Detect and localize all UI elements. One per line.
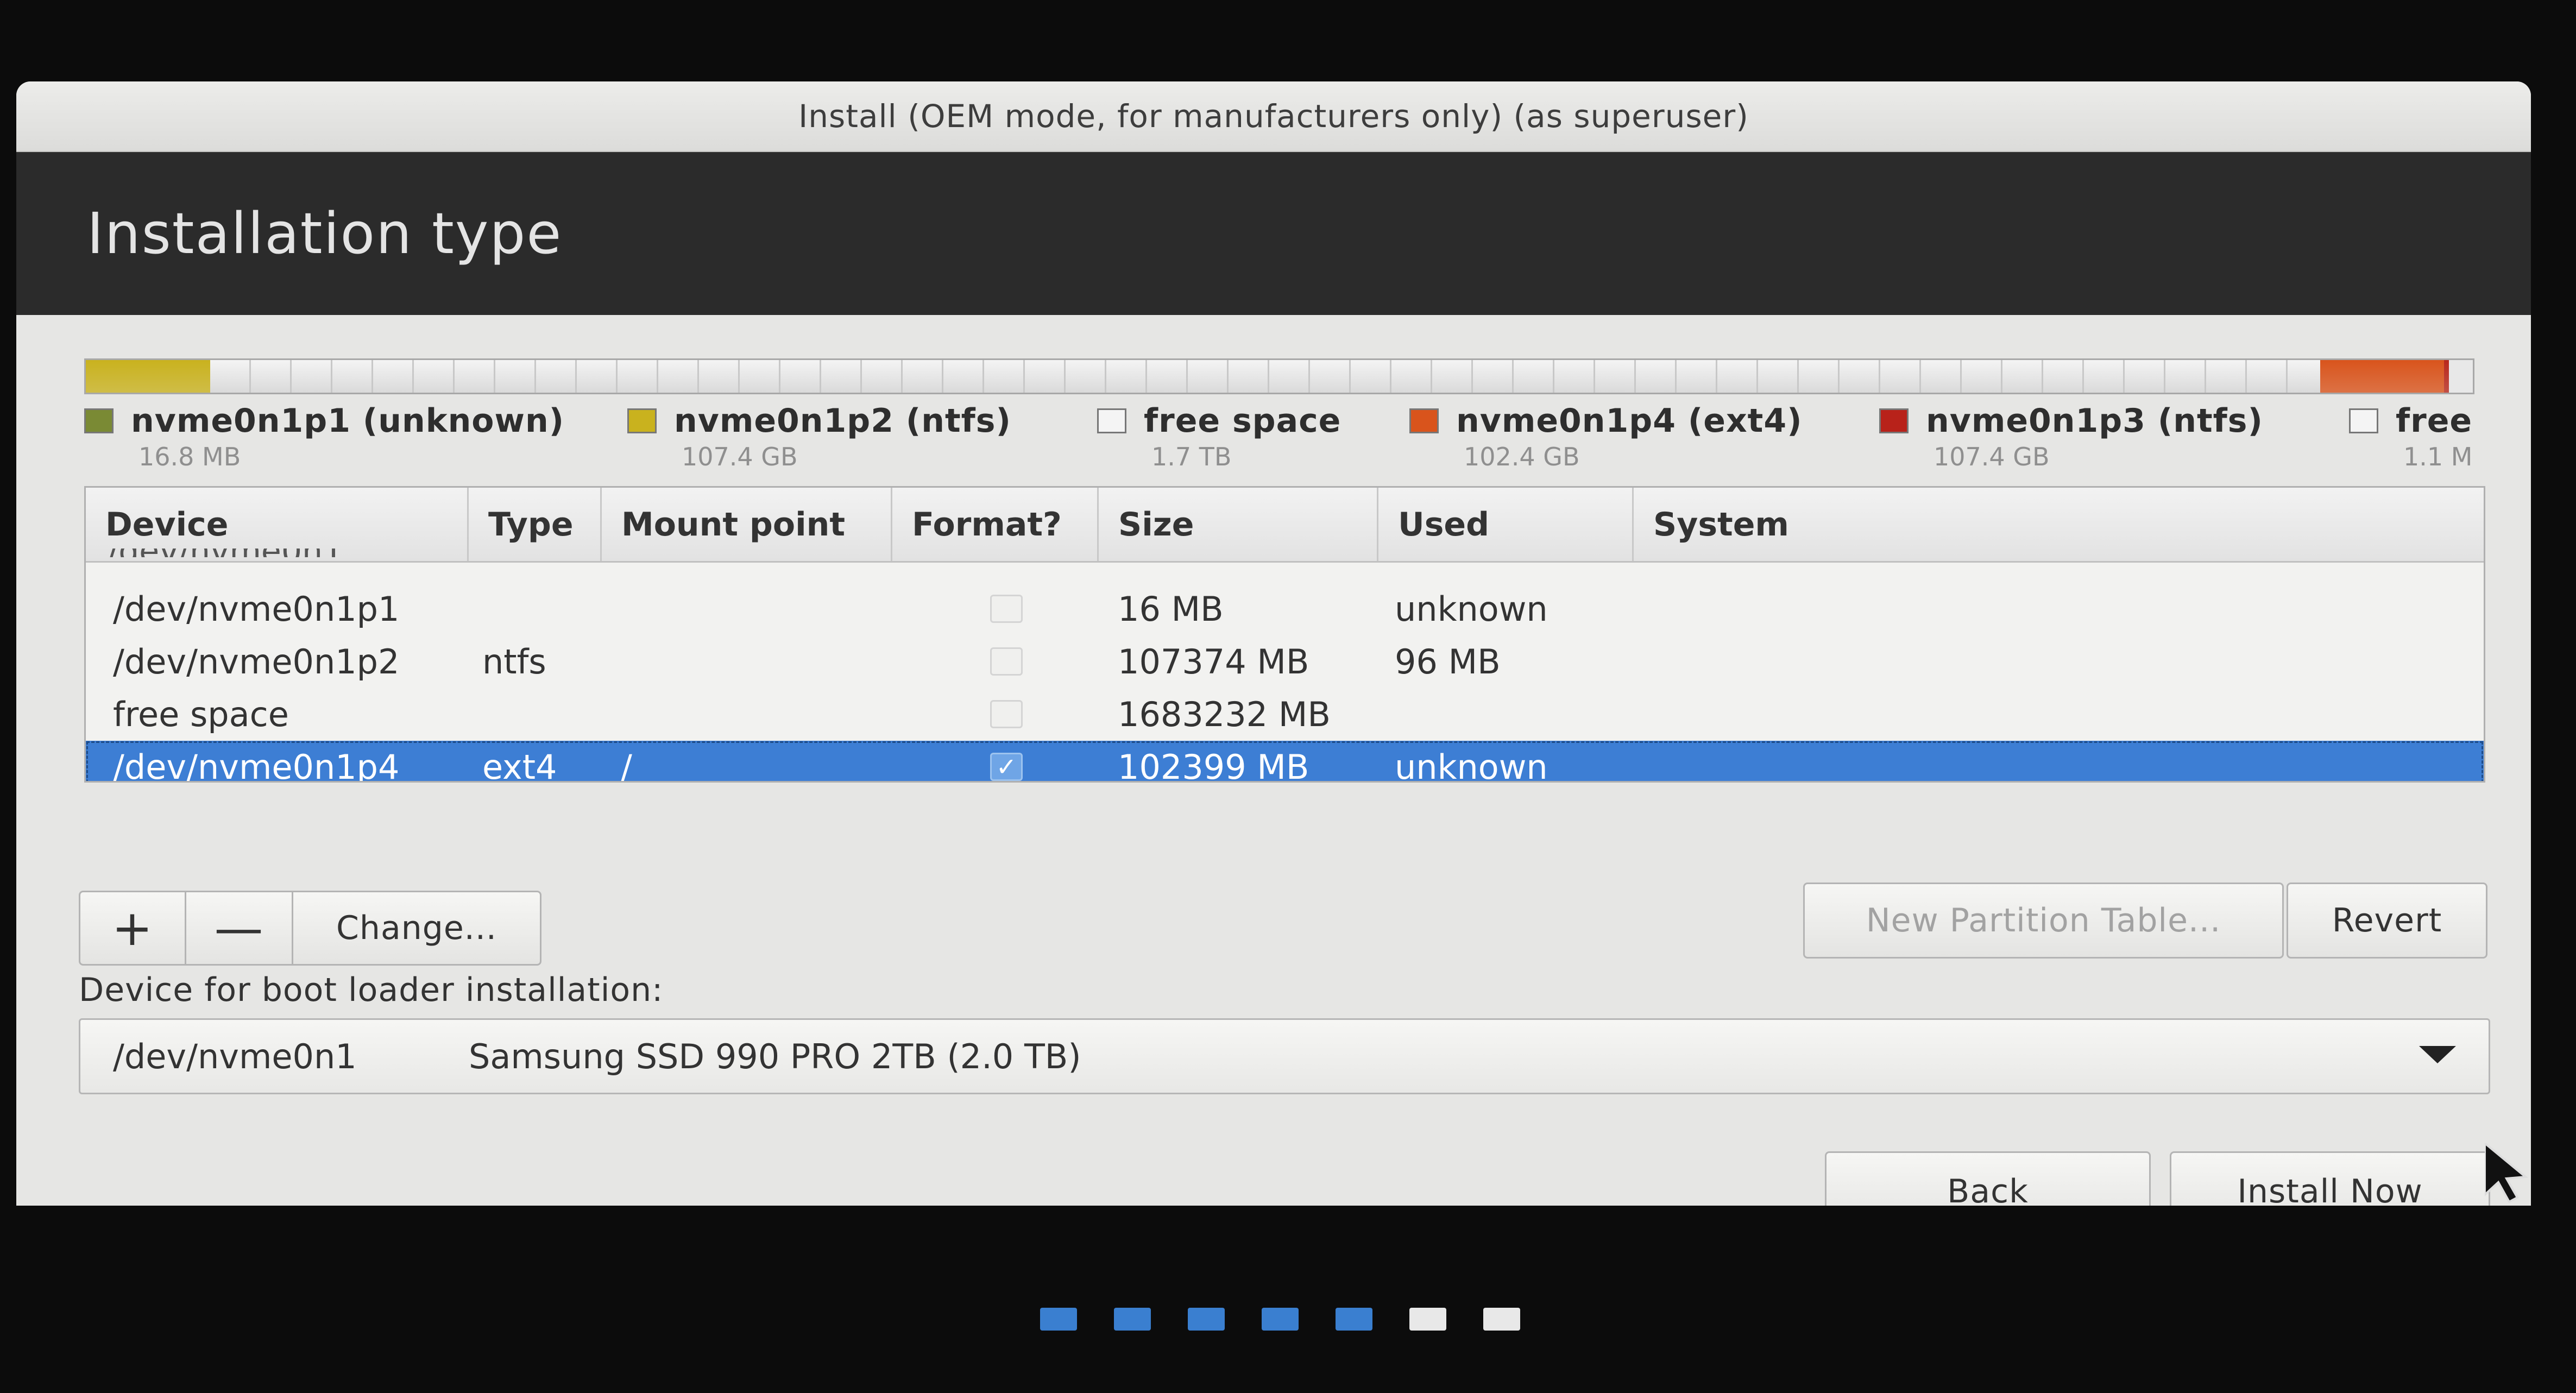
title-bar: Install (OEM mode, for manufacturers onl… [16,81,2531,152]
legend-swatch [1879,408,1909,433]
legend-name: nvme0n1p4 (ext4) [1456,402,1803,440]
scrolled-row-remnant: /dev/nvme0n1 [108,549,412,557]
progress-dot-pending [1483,1308,1520,1331]
column-used[interactable]: Used [1378,488,1634,561]
cell-format [990,635,1023,688]
legend-swatch [1409,408,1439,433]
cell-device: free space [113,694,289,734]
change-partition-button[interactable]: Change... [292,891,541,966]
table-header: Device Type Mount point Format? Size Use… [86,488,2484,563]
bootloader-device: /dev/nvme0n1 [113,1036,357,1076]
partition-bar-segment [2444,360,2449,393]
legend-item: nvme0n1p4 (ext4) 102.4 GB [1409,402,1803,471]
cell-type: ext4 [482,747,557,783]
partition-usage-bar [84,358,2474,394]
cell-size: 1683232 MB [1118,694,1331,734]
legend-size: 1.7 TB [1151,442,1232,471]
chevron-down-icon [2419,1046,2456,1063]
legend-item: free 1.1 M [2349,402,2471,471]
back-button[interactable]: Back [1825,1151,2151,1206]
cell-device: /dev/nvme0n1p1 [113,589,400,629]
cell-device: /dev/nvme0n1p2 [113,641,400,682]
legend-item: nvme0n1p3 (ntfs) 107.4 GB [1879,402,2263,471]
legend-swatch [84,408,114,433]
cell-used: 96 MB [1395,641,1501,682]
bootloader-device-description: Samsung SSD 990 PRO 2TB (2.0 TB) [469,1036,1081,1076]
table-row[interactable]: /dev/nvme0n1p4 ext4 / 102399 MB unknown ✓ [86,741,2484,783]
bootloader-device-select[interactable]: /dev/nvme0n1 Samsung SSD 990 PRO 2TB (2.… [79,1018,2490,1094]
progress-dot-pending [1409,1308,1446,1331]
legend-size: 102.4 GB [1464,442,1580,471]
legend-size: 107.4 GB [1933,442,2050,471]
legend-name: nvme0n1p3 (ntfs) [1926,402,2263,440]
progress-dot-done [1040,1308,1077,1331]
column-size[interactable]: Size [1099,488,1378,561]
table-row[interactable]: /dev/nvme0n1p2 ntfs 107374 MB 96 MB [86,635,2484,688]
mouse-pointer-icon [2485,1143,2529,1203]
legend-swatch [627,408,657,433]
cell-type: ntfs [482,641,546,682]
partition-legend: nvme0n1p1 (unknown) 16.8 MB nvme0n1p2 (ntf… [84,402,2471,472]
partition-table[interactable]: Device Type Mount point Format? Size Use… [84,486,2485,783]
cell-size: 107374 MB [1118,641,1309,682]
table-row[interactable]: free space 1683232 MB [86,688,2484,740]
progress-dot-done [1114,1308,1151,1331]
cell-size: 16 MB [1118,589,1224,629]
legend-name: free space [1144,402,1341,440]
column-mount-point[interactable]: Mount point [602,488,892,561]
cell-used: unknown [1395,747,1548,783]
legend-name: nvme0n1p2 (ntfs) [674,402,1011,440]
table-row[interactable]: /dev/nvme0n1p1 16 MB unknown [86,583,2484,635]
format-checkbox[interactable] [990,700,1023,728]
partition-bar-segment [210,360,2320,393]
cell-device: /dev/nvme0n1p4 [113,747,400,783]
column-format[interactable]: Format? [892,488,1099,561]
main-content: nvme0n1p1 (unknown) 16.8 MB nvme0n1p2 (ntf… [16,315,2531,1206]
page-title: Installation type [87,200,563,267]
legend-size: 107.4 GB [682,442,798,471]
column-type[interactable]: Type [469,488,602,561]
install-now-button[interactable]: Install Now [2170,1151,2490,1206]
remove-partition-button[interactable]: — [185,891,293,966]
new-partition-table-button[interactable]: New Partition Table... [1803,883,2284,959]
bootloader-label: Device for boot loader installation: [79,971,664,1009]
add-partition-button[interactable]: + [79,891,186,966]
cell-format [990,688,1023,740]
cell-size: 102399 MB [1118,747,1309,783]
progress-dot-done [1336,1308,1372,1331]
legend-swatch [1097,408,1126,433]
cell-format [990,583,1023,635]
format-checkbox[interactable] [990,647,1023,676]
format-checkbox[interactable]: ✓ [990,752,1023,781]
legend-size: 16.8 MB [138,442,241,471]
format-checkbox[interactable] [990,595,1023,623]
progress-dot-done [1262,1308,1299,1331]
installer-window: Install (OEM mode, for manufacturers onl… [16,81,2531,1206]
legend-item: nvme0n1p2 (ntfs) 107.4 GB [627,402,1011,471]
legend-name: nvme0n1p1 (unknown) [131,402,565,440]
progress-dot-done [1188,1308,1225,1331]
legend-size: 1.1 M [2403,442,2471,471]
legend-item: free space 1.7 TB [1097,402,1341,471]
window-title: Install (OEM mode, for manufacturers onl… [798,98,1749,135]
legend-item: nvme0n1p1 (unknown) 16.8 MB [84,402,564,471]
page-header: Installation type [16,152,2531,315]
cell-mount-point: / [621,747,632,783]
installer-progress-dots [1040,1308,1557,1331]
revert-button[interactable]: Revert [2287,883,2487,959]
legend-name: free [2396,402,2471,440]
partition-bar-segment [86,360,210,393]
cell-used: unknown [1395,589,1548,629]
cell-format: ✓ [990,741,1023,781]
partition-bar-segment [2320,360,2445,393]
legend-swatch [2349,408,2378,433]
column-system[interactable]: System [1634,488,2484,561]
